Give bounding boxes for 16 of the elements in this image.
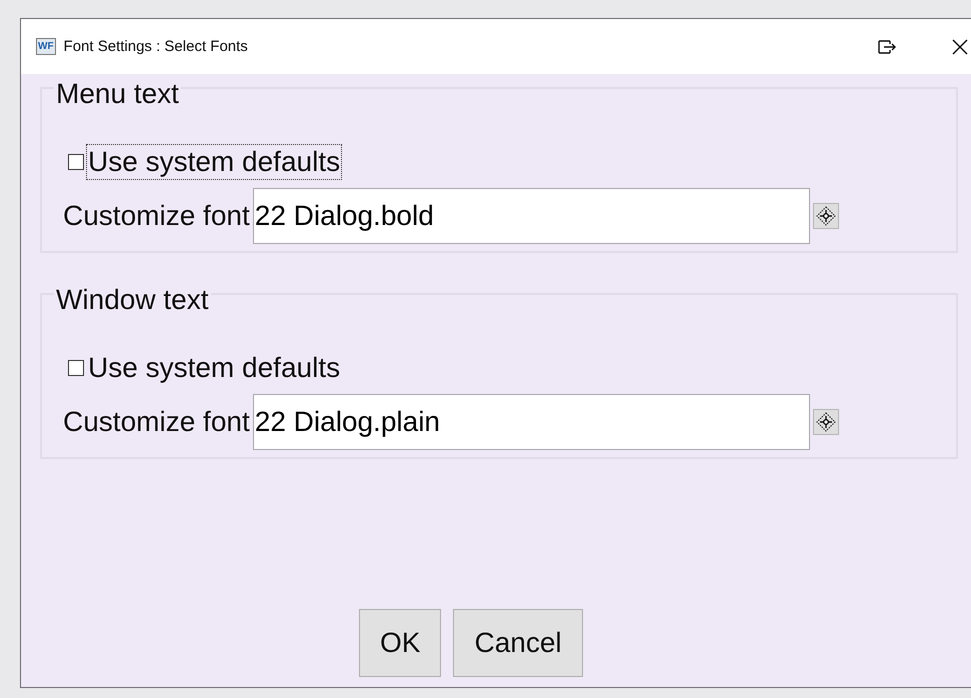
window-title: Font Settings : Select Fonts (64, 38, 249, 55)
close-icon[interactable] (952, 38, 968, 54)
font-field[interactable]: 22 Dialog.plain (252, 394, 810, 450)
font-picker-button[interactable] (812, 203, 839, 229)
field-label: Customize font (63, 200, 250, 232)
checkbox-label[interactable]: Use system defaults (86, 350, 342, 386)
dialog-button[interactable]: Cancel (453, 609, 583, 677)
font-field[interactable]: 22 Dialog.bold (252, 188, 810, 244)
field-label: Customize font (63, 406, 250, 438)
checkbox-label[interactable]: Use system defaults (86, 144, 342, 180)
dialog-button[interactable]: OK (359, 609, 442, 677)
checkbox[interactable] (68, 360, 84, 376)
font-picker-button[interactable] (812, 409, 839, 435)
app-icon: WF (36, 38, 56, 55)
dock-icon[interactable] (878, 40, 896, 54)
checkbox[interactable] (68, 154, 84, 170)
